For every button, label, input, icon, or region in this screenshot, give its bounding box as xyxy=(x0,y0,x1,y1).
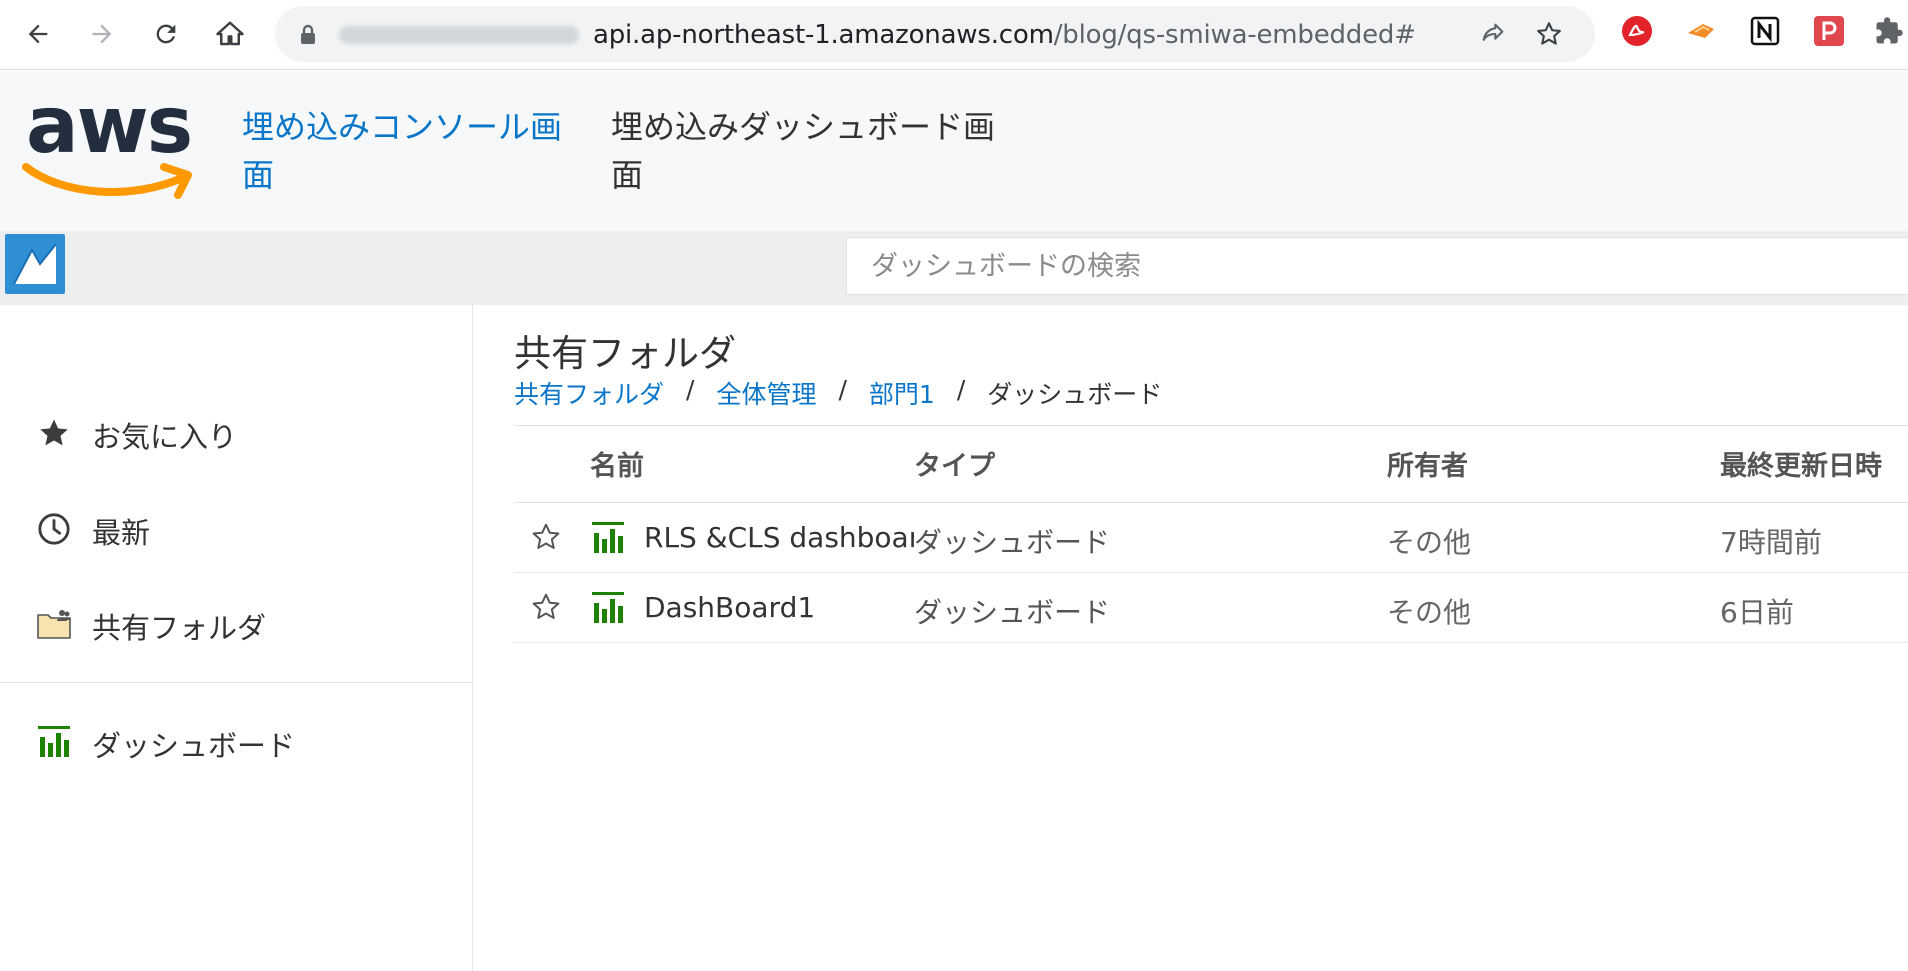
breadcrumb-link-shared-folders[interactable]: 共有フォルダ xyxy=(514,375,664,411)
breadcrumb-separator: / xyxy=(838,375,847,404)
quicksight-logo-icon xyxy=(13,243,57,285)
shared-folder-icon xyxy=(36,606,72,642)
cell-owner: その他 xyxy=(1387,526,1472,559)
dashboard-icon xyxy=(592,522,624,553)
table-header-row: 名前 タイプ 所有者 最終更新日時 xyxy=(514,425,1908,503)
extensions-puzzle-icon[interactable] xyxy=(1872,14,1906,48)
quicksight-logo[interactable] xyxy=(5,234,65,294)
breadcrumb-separator: / xyxy=(956,375,966,404)
breadcrumb-separator: / xyxy=(686,375,695,404)
orange-extension-icon[interactable] xyxy=(1684,14,1718,48)
column-header-last-updated[interactable]: 最終更新日時 xyxy=(1720,444,1882,483)
favorite-star-icon[interactable] xyxy=(528,589,564,625)
sidebar-item-dashboards[interactable]: ダッシュボード xyxy=(0,710,472,770)
cell-type: ダッシュボード xyxy=(914,596,1111,629)
aws-logo[interactable]: aws xyxy=(22,81,197,205)
main-content: 共有フォルダ 共有フォルダ / 全体管理 / 部門1 / ダッシュボード 名前 … xyxy=(514,305,1908,971)
sidebar-item-recent[interactable]: 最新 xyxy=(0,497,472,557)
back-button[interactable] xyxy=(16,12,60,56)
address-bar[interactable]: api.ap-northeast-1.amazonaws.com/blog/qs… xyxy=(275,6,1595,62)
home-icon xyxy=(216,21,244,46)
url-text: api.ap-northeast-1.amazonaws.com/blog/qs… xyxy=(593,20,1416,50)
sidebar-item-label: 最新 xyxy=(92,516,151,550)
cell-owner: その他 xyxy=(1387,596,1472,629)
star-icon xyxy=(36,415,72,451)
cell-type: ダッシュボード xyxy=(914,526,1111,559)
dashboard-name-link[interactable]: DashBoard1 xyxy=(644,591,914,624)
clock-icon xyxy=(36,511,72,547)
column-header-type[interactable]: タイプ xyxy=(914,444,995,483)
sidebar-item-label: ダッシュボード xyxy=(92,729,296,763)
aws-smile-icon xyxy=(22,163,192,199)
cell-last-updated: 6日前 xyxy=(1720,596,1794,629)
dashboard-name-link[interactable]: RLS &CLS dashboard xyxy=(644,521,914,554)
browser-toolbar: api.ap-northeast-1.amazonaws.com/blog/qs… xyxy=(0,0,1908,70)
dashboard-table: 名前 タイプ 所有者 最終更新日時 RLS &CLS dashboard ダッシ… xyxy=(514,425,1908,643)
sidebar-item-shared-folders[interactable]: 共有フォルダ xyxy=(0,592,472,652)
dashboard-icon xyxy=(592,592,624,623)
cell-last-updated: 7時間前 xyxy=(1720,526,1822,559)
notion-extension-icon[interactable] xyxy=(1748,14,1782,48)
home-button[interactable] xyxy=(208,12,252,56)
forward-arrow-icon xyxy=(92,24,112,44)
reload-icon xyxy=(156,24,176,44)
table-row[interactable]: DashBoard1 ダッシュボード その他 6日前 xyxy=(514,573,1908,643)
breadcrumb: 共有フォルダ / 全体管理 / 部門1 / ダッシュボード xyxy=(514,375,1162,411)
dashboard-search-box xyxy=(846,237,1908,295)
left-sidebar: お気に入り 最新 共有フォルダ ダッシュボード xyxy=(0,305,473,971)
column-header-owner[interactable]: 所有者 xyxy=(1387,444,1468,483)
dashboard-search-input[interactable] xyxy=(871,246,1771,286)
breadcrumb-current: ダッシュボード xyxy=(987,380,1163,409)
nav-embedded-dashboard-link[interactable]: 埋め込みダッシュボード画面 xyxy=(611,103,1011,199)
breadcrumb-link-overall-management[interactable]: 全体管理 xyxy=(716,375,816,411)
pocket-like-extension-icon[interactable] xyxy=(1812,14,1846,48)
favorite-star-icon[interactable] xyxy=(528,519,564,555)
sidebar-item-favorites[interactable]: お気に入り xyxy=(0,401,472,461)
back-arrow-icon xyxy=(28,24,48,44)
sidebar-item-label: 共有フォルダ xyxy=(92,611,267,645)
reload-button[interactable] xyxy=(144,12,188,56)
nav-embedded-console-link[interactable]: 埋め込みコンソール画面 xyxy=(242,103,572,199)
app-toolbar xyxy=(0,231,1908,305)
sidebar-divider xyxy=(0,682,472,683)
column-header-name[interactable]: 名前 xyxy=(590,444,644,483)
bookmark-star-icon[interactable] xyxy=(1533,18,1565,50)
share-icon[interactable] xyxy=(1477,18,1509,50)
table-row[interactable]: RLS &CLS dashboard ダッシュボード その他 7時間前 xyxy=(514,503,1908,573)
adobe-extension-icon[interactable] xyxy=(1620,14,1654,48)
breadcrumb-link-department-1[interactable]: 部門1 xyxy=(869,375,935,411)
page-title: 共有フォルダ xyxy=(514,332,736,375)
dashboard-icon xyxy=(36,724,72,760)
lock-icon xyxy=(299,24,317,50)
forward-button[interactable] xyxy=(80,12,124,56)
blurred-url-host xyxy=(339,26,579,44)
sidebar-item-label: お気に入り xyxy=(92,420,238,454)
site-header: aws 埋め込みコンソール画面 埋め込みダッシュボード画面 xyxy=(0,71,1908,231)
